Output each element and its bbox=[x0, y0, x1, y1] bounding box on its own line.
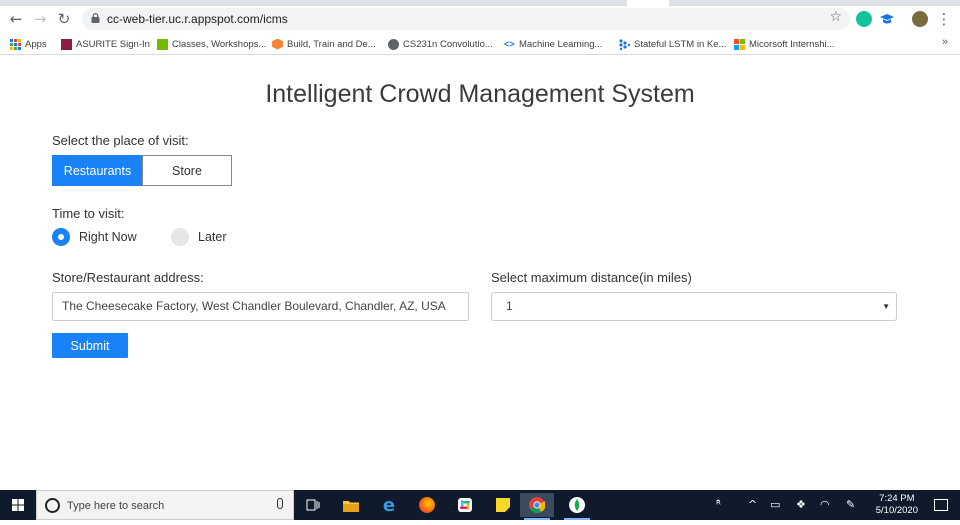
bookmark-lstm[interactable]: Stateful LSTM in Ke... bbox=[619, 37, 726, 51]
sticky-notes-icon[interactable] bbox=[486, 493, 520, 517]
bookmark-asurite[interactable]: ASURITE Sign-In bbox=[61, 37, 150, 51]
taskbar-search-placeholder: Type here to search bbox=[67, 500, 165, 512]
time-label: Time to visit: bbox=[52, 206, 125, 221]
bookmarks-overflow-icon[interactable]: » bbox=[942, 36, 948, 48]
page-title: Intelligent Crowd Management System bbox=[265, 80, 695, 108]
distance-value: 1 bbox=[506, 299, 513, 313]
store-toggle[interactable]: Store bbox=[142, 155, 232, 186]
right-now-radio[interactable] bbox=[52, 228, 70, 246]
task-view-icon[interactable] bbox=[296, 493, 330, 517]
file-explorer-icon[interactable] bbox=[334, 493, 368, 517]
url-text: cc-web-tier.uc.r.appspot.com/icms bbox=[107, 12, 288, 26]
bookmark-star-icon[interactable]: ☆ bbox=[829, 9, 842, 25]
bookmark-classes[interactable]: Classes, Workshops... bbox=[157, 37, 266, 51]
microphone-icon[interactable] bbox=[277, 498, 283, 509]
address-label: Store/Restaurant address: bbox=[52, 270, 204, 285]
dropdown-arrow-icon: ▼ bbox=[882, 302, 890, 311]
notification-icon[interactable] bbox=[934, 499, 948, 511]
distance-label: Select maximum distance(in miles) bbox=[491, 270, 692, 285]
slack-icon[interactable] bbox=[448, 493, 482, 517]
taskbar-search[interactable]: Type here to search bbox=[36, 490, 294, 520]
dropbox-icon[interactable]: ❖ bbox=[796, 498, 806, 511]
distance-select[interactable]: 1 ▼ bbox=[491, 292, 897, 321]
submit-button[interactable]: Submit bbox=[52, 333, 128, 358]
wifi-icon[interactable]: ◠ bbox=[820, 498, 830, 511]
bookmark-microsoft[interactable]: Micorsoft Internshi... bbox=[734, 37, 835, 51]
taskbar: Type here to search e ᴿ̂ ^ ▭ ❖ ◠ ✎ 7:24 … bbox=[0, 490, 960, 520]
browser-chrome: ← → ↻ cc-web-tier.uc.r.appspot.com/icms … bbox=[0, 0, 960, 60]
bookmark-apps[interactable]: Apps bbox=[10, 37, 47, 51]
system-clock[interactable]: 7:24 PM 5/10/2020 bbox=[876, 493, 918, 517]
lock-icon bbox=[91, 13, 100, 23]
nvidia-icon bbox=[157, 38, 168, 50]
show-hidden-icons-chevron-icon[interactable]: ^ bbox=[748, 498, 757, 511]
firefox-icon[interactable] bbox=[410, 493, 444, 517]
bookmark-machine-learning[interactable]: <> Machine Learning... bbox=[504, 37, 602, 51]
right-now-label[interactable]: Right Now bbox=[79, 230, 137, 244]
bookmarks-bar: Apps ASURITE Sign-In Classes, Workshops.… bbox=[0, 33, 960, 55]
clock-time: 7:24 PM bbox=[879, 493, 915, 504]
profile-avatar[interactable] bbox=[912, 11, 928, 27]
forward-icon[interactable]: → bbox=[30, 9, 50, 29]
later-radio[interactable] bbox=[171, 228, 189, 246]
later-label[interactable]: Later bbox=[198, 230, 227, 244]
dots-icon bbox=[619, 38, 630, 50]
pen-icon[interactable]: ✎ bbox=[846, 498, 855, 511]
cortana-icon bbox=[45, 498, 60, 513]
start-button[interactable] bbox=[0, 490, 36, 520]
globe-icon bbox=[388, 38, 399, 50]
graduation-cap-icon[interactable] bbox=[879, 11, 895, 27]
back-icon[interactable]: ← bbox=[6, 9, 26, 29]
apps-grid-icon bbox=[10, 38, 21, 50]
grammarly-icon[interactable] bbox=[856, 11, 872, 27]
battery-icon[interactable]: ▭ bbox=[770, 498, 780, 511]
aws-icon bbox=[272, 38, 283, 50]
menu-kebab-icon[interactable]: ⋮ bbox=[934, 9, 954, 29]
people-icon[interactable]: ᴿ̂ bbox=[716, 498, 721, 511]
address-row: ← → ↻ cc-web-tier.uc.r.appspot.com/icms … bbox=[0, 6, 960, 32]
windows-logo-icon bbox=[12, 499, 24, 511]
clock-date: 5/10/2020 bbox=[875, 505, 918, 516]
asu-icon bbox=[61, 38, 72, 50]
microsoft-icon bbox=[734, 38, 745, 50]
chrome-icon[interactable] bbox=[520, 493, 554, 520]
address-bar[interactable]: cc-web-tier.uc.r.appspot.com/icms ☆ bbox=[82, 8, 850, 30]
reload-icon[interactable]: ↻ bbox=[54, 9, 74, 29]
place-label: Select the place of visit: bbox=[52, 133, 189, 148]
restaurants-toggle[interactable]: Restaurants bbox=[52, 155, 143, 186]
address-input[interactable]: The Cheesecake Factory, West Chandler Bo… bbox=[52, 292, 469, 321]
mongodb-compass-icon[interactable] bbox=[560, 493, 594, 520]
bookmark-cs231n[interactable]: CS231n Convolutio... bbox=[388, 37, 493, 51]
edge-icon[interactable]: e bbox=[372, 493, 406, 517]
code-icon: <> bbox=[504, 38, 515, 49]
bookmark-build-train[interactable]: Build, Train and De... bbox=[272, 37, 376, 51]
